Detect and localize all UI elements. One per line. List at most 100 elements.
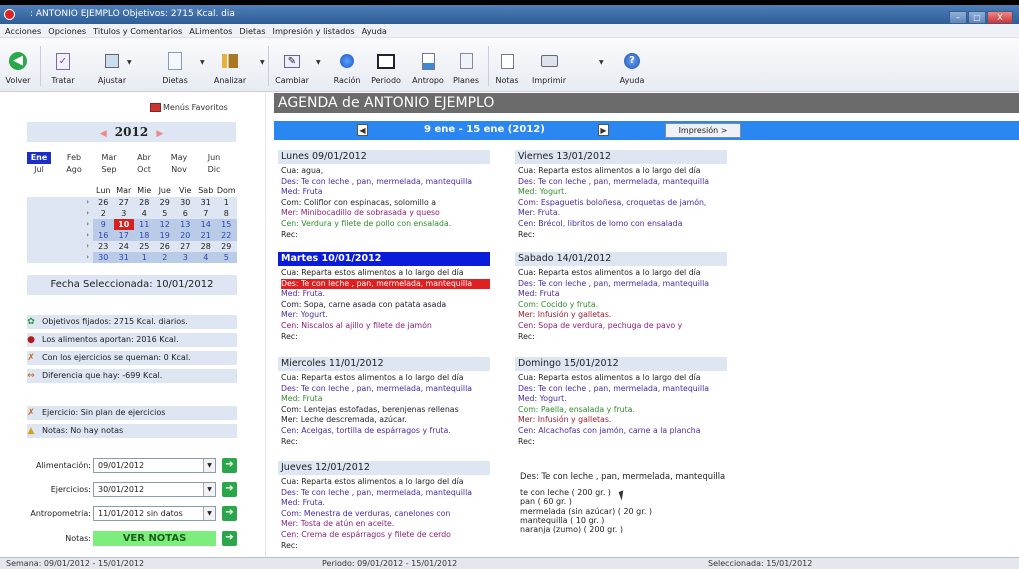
impresion-button[interactable]: Impresión >: [665, 123, 741, 138]
minimize-button[interactable]: –: [949, 11, 967, 24]
day-header[interactable]: Martes 10/01/2012: [278, 252, 490, 266]
day-header[interactable]: Domingo 15/01/2012: [515, 357, 727, 371]
week-select-icon[interactable]: ›: [27, 219, 93, 230]
meal-line[interactable]: Com: Lentejas estofadas, berenjenas rell…: [281, 405, 490, 416]
cambiar-button[interactable]: ✎ Cambiar ▼: [272, 50, 321, 90]
meal-line[interactable]: Cen: Brécol, libritos de lomo con ensala…: [518, 219, 727, 230]
meal-line[interactable]: Mer: Fruta.: [518, 208, 727, 219]
next-year-icon[interactable]: ▶: [152, 129, 167, 139]
menu-alimentos[interactable]: ALimentos: [186, 24, 236, 37]
menu-acciones[interactable]: Acciones: [2, 24, 45, 37]
meal-line[interactable]: Rec:: [281, 541, 490, 552]
meal-line[interactable]: Cen: Sopa de verdura, pechuga de pavo y: [518, 321, 727, 332]
meal-line[interactable]: Cua: Reparta estos alimentos a lo largo …: [518, 373, 727, 384]
tratar-button[interactable]: ✓ Tratar: [45, 50, 81, 90]
app-icon[interactable]: [4, 9, 15, 20]
meal-line[interactable]: Des: Te con leche , pan, mermelada, mant…: [281, 278, 490, 290]
meal-line[interactable]: Rec:: [281, 332, 490, 343]
meal-line[interactable]: Cen: Niscalos al ajillo y filete de jamó…: [281, 321, 490, 332]
analizar-dropdown-icon[interactable]: ▼: [260, 59, 265, 66]
meal-line[interactable]: Cua: Reparta estos alimentos a lo largo …: [518, 166, 727, 177]
day-header[interactable]: Miercoles 11/01/2012: [278, 357, 490, 371]
meal-line[interactable]: Des: Te con leche , pan, mermelada, mant…: [518, 384, 727, 395]
month-jul[interactable]: Jul: [27, 164, 51, 176]
menu-titulos[interactable]: Titulos y Comentarios: [90, 24, 186, 37]
week-select-icon[interactable]: ›: [27, 208, 93, 219]
month-ago[interactable]: Ago: [62, 164, 86, 176]
meal-line[interactable]: Med: Fruta: [518, 289, 727, 300]
racion-button[interactable]: Ración: [329, 50, 365, 90]
ajustar-button[interactable]: Ajustar ▼: [92, 50, 132, 90]
volver-button[interactable]: ◀ Volver: [2, 50, 34, 90]
meal-line[interactable]: Med: Yogurt.: [518, 187, 727, 198]
meal-line[interactable]: Med: Fruta.: [281, 289, 490, 300]
meal-line[interactable]: Mer: Leche descremada, azúcar.: [281, 415, 490, 426]
meal-line[interactable]: Com: Cocido y fruta.: [518, 300, 727, 311]
ver-notas-button[interactable]: VER NOTAS: [93, 531, 216, 546]
meal-line[interactable]: Cen: Verdura y filete de pollo con ensal…: [281, 219, 490, 230]
next-week-icon[interactable]: ▶: [598, 124, 609, 136]
dietas-dropdown-icon[interactable]: ▼: [200, 59, 205, 66]
antropometria-select[interactable]: 11/01/2012 sin datos ▼: [93, 506, 216, 521]
chevron-down-icon[interactable]: ▼: [203, 507, 215, 520]
antropometria-go-button[interactable]: ➔: [222, 506, 237, 521]
day-header[interactable]: Sabado 14/01/2012: [515, 252, 727, 266]
alimentacion-go-button[interactable]: ➔: [222, 458, 237, 473]
meal-line[interactable]: Com: Paella, ensalada y fruta.: [518, 405, 727, 416]
meal-line[interactable]: Cua: Reparta estos alimentos a lo largo …: [281, 268, 490, 279]
meal-line[interactable]: Des: Te con leche , pan, mermelada, mant…: [518, 177, 727, 188]
meal-line[interactable]: Cen: Acelgas, tortilla de espárragos y f…: [281, 426, 490, 437]
month-ene[interactable]: Ene: [27, 152, 51, 164]
meal-line[interactable]: Cen: Alcachofas con jamón, carne a la pl…: [518, 426, 727, 437]
ajustar-dropdown-icon[interactable]: ▼: [127, 59, 132, 66]
meal-line[interactable]: Rec:: [518, 230, 727, 241]
meal-line[interactable]: Med: Fruta: [281, 394, 490, 405]
notas-button[interactable]: Notas: [491, 50, 523, 90]
month-jun[interactable]: Jun: [202, 152, 226, 164]
meal-line[interactable]: Med: Yogurt.: [518, 394, 727, 405]
meal-line[interactable]: Com: Espaguetis boloñesa, croquetas de j…: [518, 198, 727, 209]
favorites-link[interactable]: Menús Favoritos: [150, 103, 228, 112]
meal-line[interactable]: Cua: agua,: [281, 166, 490, 177]
dietas-button[interactable]: Dietas ▼: [150, 50, 205, 90]
week-select-icon[interactable]: ›: [27, 241, 93, 252]
imprimir-dropdown-icon[interactable]: ▼: [599, 59, 604, 66]
month-sep[interactable]: Sep: [97, 164, 121, 176]
month-mar[interactable]: Mar: [97, 152, 121, 164]
alimentacion-select[interactable]: 09/01/2012 ▼: [93, 458, 216, 473]
meal-line[interactable]: Med: Fruta: [281, 187, 490, 198]
meal-line[interactable]: Med: Fruta.: [281, 498, 490, 509]
meal-line[interactable]: Cua: Reparta estos alimentos a lo largo …: [281, 477, 490, 488]
month-may[interactable]: May: [167, 152, 191, 164]
month-abr[interactable]: Abr: [132, 152, 156, 164]
week-select-icon[interactable]: ›: [27, 197, 93, 208]
month-oct[interactable]: Oct: [132, 164, 156, 176]
day-header[interactable]: Jueves 12/01/2012: [278, 461, 490, 475]
week-select-icon[interactable]: ›: [27, 230, 93, 241]
meal-line[interactable]: Rec:: [518, 437, 727, 448]
month-feb[interactable]: Feb: [62, 152, 86, 164]
meal-line[interactable]: Des: Te con leche , pan, mermelada, mant…: [518, 279, 727, 290]
planes-button[interactable]: Planes: [449, 50, 483, 90]
meal-line[interactable]: Cen: Crema de espárragos y filete de cer…: [281, 530, 490, 541]
meal-line[interactable]: Mer: Minibocadillo de sobrasada y queso: [281, 208, 490, 219]
meal-line[interactable]: Des: Te con leche , pan, mermelada, mant…: [281, 488, 490, 499]
meal-line[interactable]: Rec:: [281, 230, 490, 241]
cambiar-dropdown-icon[interactable]: ▼: [316, 59, 321, 66]
analizar-button[interactable]: Analizar ▼: [210, 50, 265, 90]
menu-dietas[interactable]: Dietas: [236, 24, 269, 37]
day-header[interactable]: Viernes 13/01/2012: [515, 150, 727, 164]
meal-line[interactable]: Mer: Yogurt.: [281, 310, 490, 321]
meal-line[interactable]: Rec:: [281, 437, 490, 448]
menu-opciones[interactable]: Opciones: [45, 24, 90, 37]
meal-line[interactable]: Des: Te con leche , pan, mermelada, mant…: [281, 384, 490, 395]
menu-ayuda[interactable]: Ayuda: [359, 24, 391, 37]
month-nov[interactable]: Nov: [167, 164, 191, 176]
week-select-icon[interactable]: ›: [27, 252, 93, 263]
close-button[interactable]: X: [987, 11, 1013, 24]
menu-impresion[interactable]: Impresión y listados: [270, 24, 359, 37]
maximize-button[interactable]: ▢: [968, 11, 986, 24]
imprimir-button[interactable]: Imprimir ▼: [529, 50, 604, 90]
prev-year-icon[interactable]: ◀: [96, 129, 111, 139]
ejercicios-go-button[interactable]: ➔: [222, 482, 237, 497]
